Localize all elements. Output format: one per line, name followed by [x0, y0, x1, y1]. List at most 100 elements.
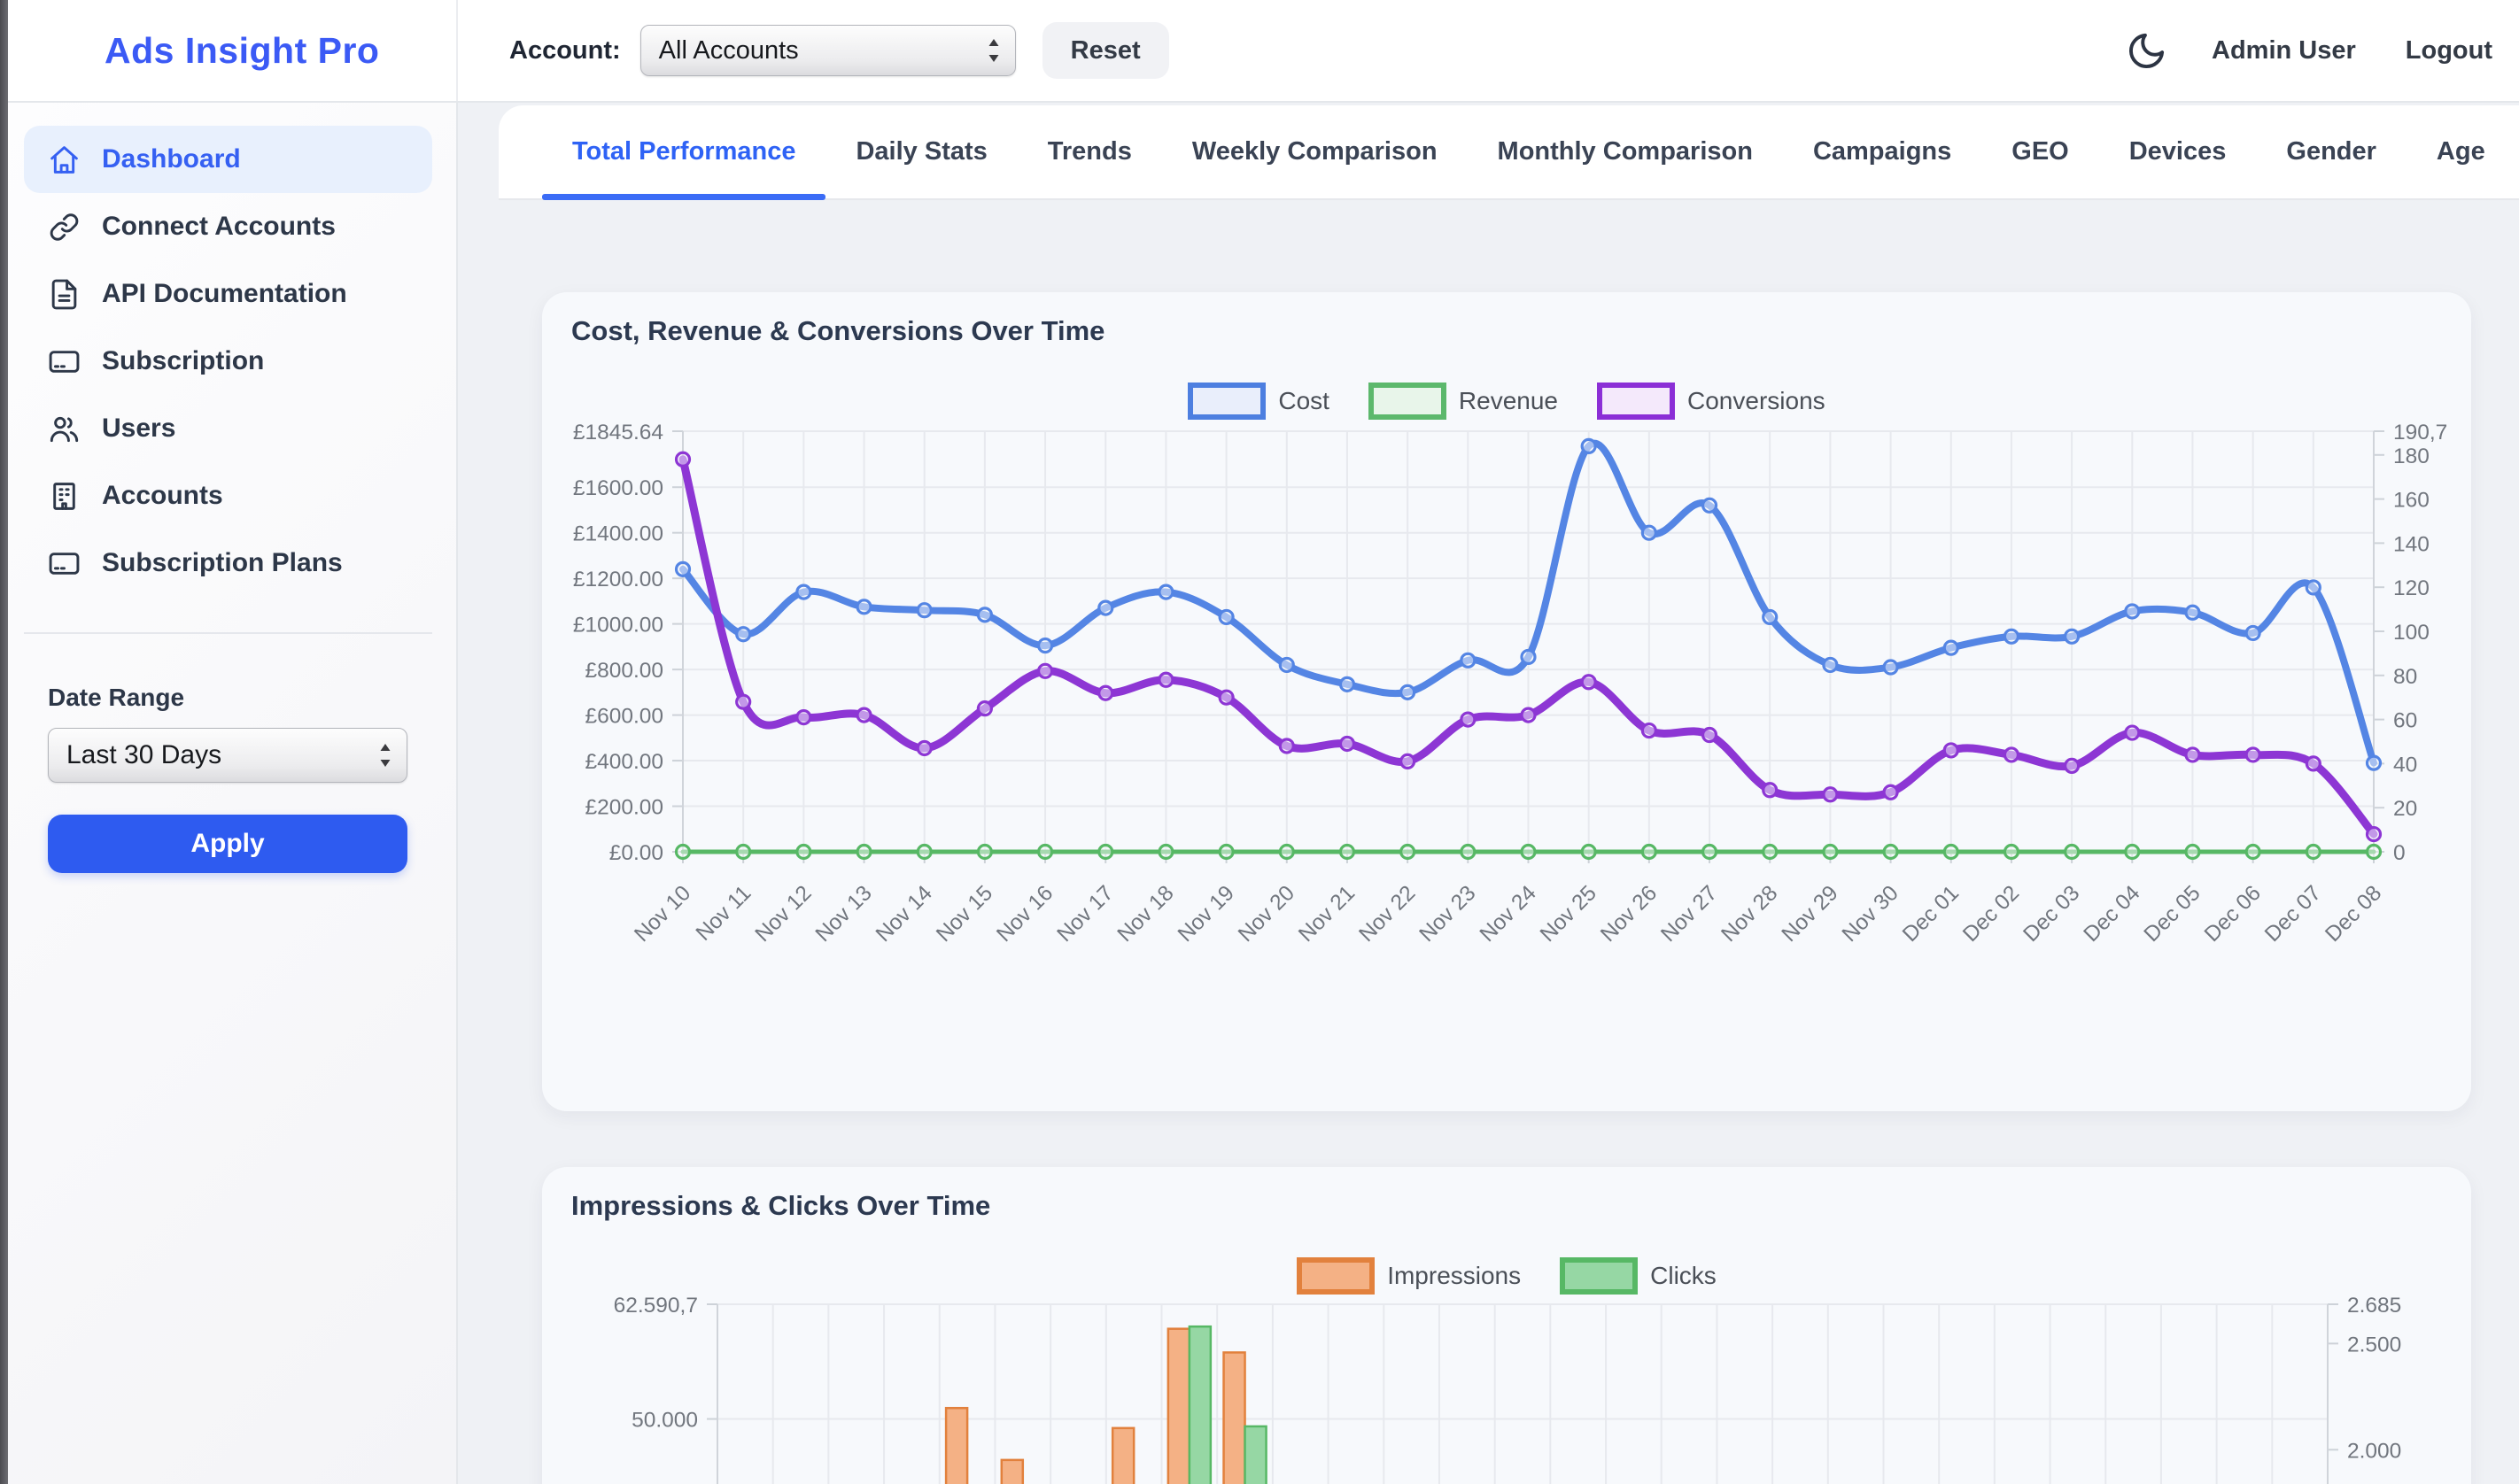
date-range-select-value: Last 30 Days [66, 740, 221, 770]
impressions-clicks-chart: Nov 10Nov 11Nov 12Nov 13Nov 14Nov 15Nov … [542, 1167, 2471, 1484]
impressions-clicks-chart-card: Impressions & Clicks Over Time Impressio… [542, 1167, 2471, 1484]
svg-text:Nov 25: Nov 25 [1536, 881, 1601, 947]
svg-text:190,7: 190,7 [2393, 421, 2447, 444]
file-text-icon [48, 278, 81, 311]
sidebar-item-label: Accounts [102, 481, 223, 511]
sidebar-item-label: Connect Accounts [102, 212, 336, 242]
home-icon [48, 143, 81, 176]
account-select-value: All Accounts [659, 36, 799, 66]
sidebar-item-label: Dashboard [102, 144, 241, 174]
svg-text:50.000: 50.000 [632, 1409, 698, 1433]
app-logo: Ads Insight Pro [105, 30, 379, 72]
svg-text:180: 180 [2393, 444, 2430, 468]
sidebar-item-dashboard[interactable]: Dashboard [24, 126, 432, 193]
svg-text:Dec 07: Dec 07 [2260, 881, 2326, 947]
sidebar-item-users[interactable]: Users [24, 395, 432, 462]
svg-text:2.685: 2.685 [2347, 1294, 2401, 1318]
svg-text:140: 140 [2393, 532, 2430, 556]
sidebar-item-subscription[interactable]: Subscription [24, 328, 432, 395]
apply-button[interactable]: Apply [48, 815, 407, 873]
sidebar-item-accounts[interactable]: Accounts [24, 462, 432, 529]
svg-text:Dec 04: Dec 04 [2080, 881, 2145, 947]
svg-text:Nov 17: Nov 17 [1053, 881, 1119, 947]
svg-text:Nov 16: Nov 16 [992, 881, 1058, 947]
svg-text:60: 60 [2393, 709, 2417, 733]
header-main: Account: All Accounts Reset Admin User L… [458, 22, 2519, 79]
svg-text:£400.00: £400.00 [585, 750, 663, 774]
sidebar-item-api-documentation[interactable]: API Documentation [24, 260, 432, 328]
svg-text:Dec 05: Dec 05 [2140, 881, 2205, 947]
svg-text:Nov 20: Nov 20 [1234, 881, 1299, 947]
svg-text:£600.00: £600.00 [585, 705, 663, 729]
svg-text:Dec 01: Dec 01 [1898, 881, 1964, 947]
svg-text:Nov 19: Nov 19 [1174, 881, 1239, 947]
credit-card-icon [48, 345, 81, 378]
svg-text:Nov 23: Nov 23 [1415, 881, 1481, 947]
left-edge-strip [0, 0, 8, 1484]
date-range-label: Date Range [48, 684, 456, 712]
svg-text:Nov 26: Nov 26 [1596, 881, 1662, 947]
tab-age[interactable]: Age [2407, 105, 2515, 198]
svg-text:£1600.00: £1600.00 [573, 476, 663, 500]
tab-daily-stats[interactable]: Daily Stats [825, 105, 1017, 198]
svg-text:£1200.00: £1200.00 [573, 568, 663, 591]
logo-area: Ads Insight Pro [0, 0, 458, 101]
svg-text:Nov 14: Nov 14 [872, 881, 937, 947]
svg-text:£200.00: £200.00 [585, 796, 663, 820]
tab-gender[interactable]: Gender [2256, 105, 2407, 198]
select-arrows-icon [376, 740, 394, 770]
reset-button[interactable]: Reset [1042, 22, 1169, 79]
tab-devices[interactable]: Devices [2099, 105, 2257, 198]
app-root: Ads Insight Pro Account: All Accounts Re… [0, 0, 2519, 1484]
cost-revenue-conversions-chart: Nov 10Nov 11Nov 12Nov 13Nov 14Nov 15Nov … [542, 292, 2471, 1111]
sidebar-item-label: API Documentation [102, 279, 347, 309]
tab-campaigns[interactable]: Campaigns [1783, 105, 1981, 198]
svg-text:Dec 02: Dec 02 [1958, 881, 2024, 947]
sidebar-item-subscription-plans[interactable]: Subscription Plans [24, 529, 432, 597]
sidebar-item-label: Subscription [102, 346, 264, 376]
svg-text:40: 40 [2393, 753, 2417, 777]
main-content: Total PerformanceDaily StatsTrendsWeekly… [460, 103, 2519, 1484]
svg-text:80: 80 [2393, 665, 2417, 689]
logout-link[interactable]: Logout [2406, 36, 2492, 66]
sidebar: Dashboard Connect Accounts API Documentati… [0, 103, 458, 1484]
svg-text:Nov 30: Nov 30 [1838, 881, 1903, 947]
svg-text:Nov 28: Nov 28 [1717, 881, 1782, 947]
svg-text:Nov 10: Nov 10 [630, 881, 695, 947]
tab-weekly-comparison[interactable]: Weekly Comparison [1162, 105, 1468, 198]
svg-text:62.590,7: 62.590,7 [614, 1294, 698, 1318]
tab-bar: Total PerformanceDaily StatsTrendsWeekly… [499, 105, 2519, 200]
tab-monthly-comparison[interactable]: Monthly Comparison [1468, 105, 1783, 198]
svg-text:Nov 15: Nov 15 [932, 881, 997, 947]
tab-network[interactable]: Network [2515, 105, 2519, 198]
sidebar-item-label: Users [102, 414, 175, 444]
svg-text:£1845.64: £1845.64 [573, 421, 663, 444]
tab-trends[interactable]: Trends [1018, 105, 1162, 198]
sidebar-item-connect-accounts[interactable]: Connect Accounts [24, 193, 432, 260]
svg-text:20: 20 [2393, 797, 2417, 821]
user-name: Admin User [2212, 36, 2356, 66]
svg-text:£0.00: £0.00 [609, 841, 663, 865]
svg-text:Nov 13: Nov 13 [811, 881, 877, 947]
svg-text:Nov 22: Nov 22 [1354, 881, 1420, 947]
svg-text:Dec 03: Dec 03 [2019, 881, 2084, 947]
svg-text:£1000.00: £1000.00 [573, 614, 663, 638]
date-range-select[interactable]: Last 30 Days [48, 728, 407, 783]
svg-text:Nov 11: Nov 11 [692, 881, 756, 946]
svg-text:Nov 18: Nov 18 [1113, 881, 1179, 947]
svg-text:160: 160 [2393, 489, 2430, 513]
svg-text:£1400.00: £1400.00 [573, 522, 663, 546]
svg-text:Dec 08: Dec 08 [2321, 881, 2386, 947]
svg-text:£800.00: £800.00 [585, 659, 663, 683]
tab-total-performance[interactable]: Total Performance [542, 105, 825, 198]
tab-geo[interactable]: GEO [1981, 105, 2098, 198]
select-arrows-icon [985, 35, 1003, 66]
building-icon [48, 480, 81, 513]
account-label: Account: [509, 36, 621, 66]
account-select[interactable]: All Accounts [640, 25, 1016, 76]
svg-text:120: 120 [2393, 576, 2430, 600]
svg-text:Nov 29: Nov 29 [1778, 881, 1843, 947]
sidebar-divider [24, 632, 432, 634]
svg-text:Nov 27: Nov 27 [1656, 881, 1722, 947]
dark-mode-toggle-moon-icon[interactable] [2126, 30, 2167, 72]
